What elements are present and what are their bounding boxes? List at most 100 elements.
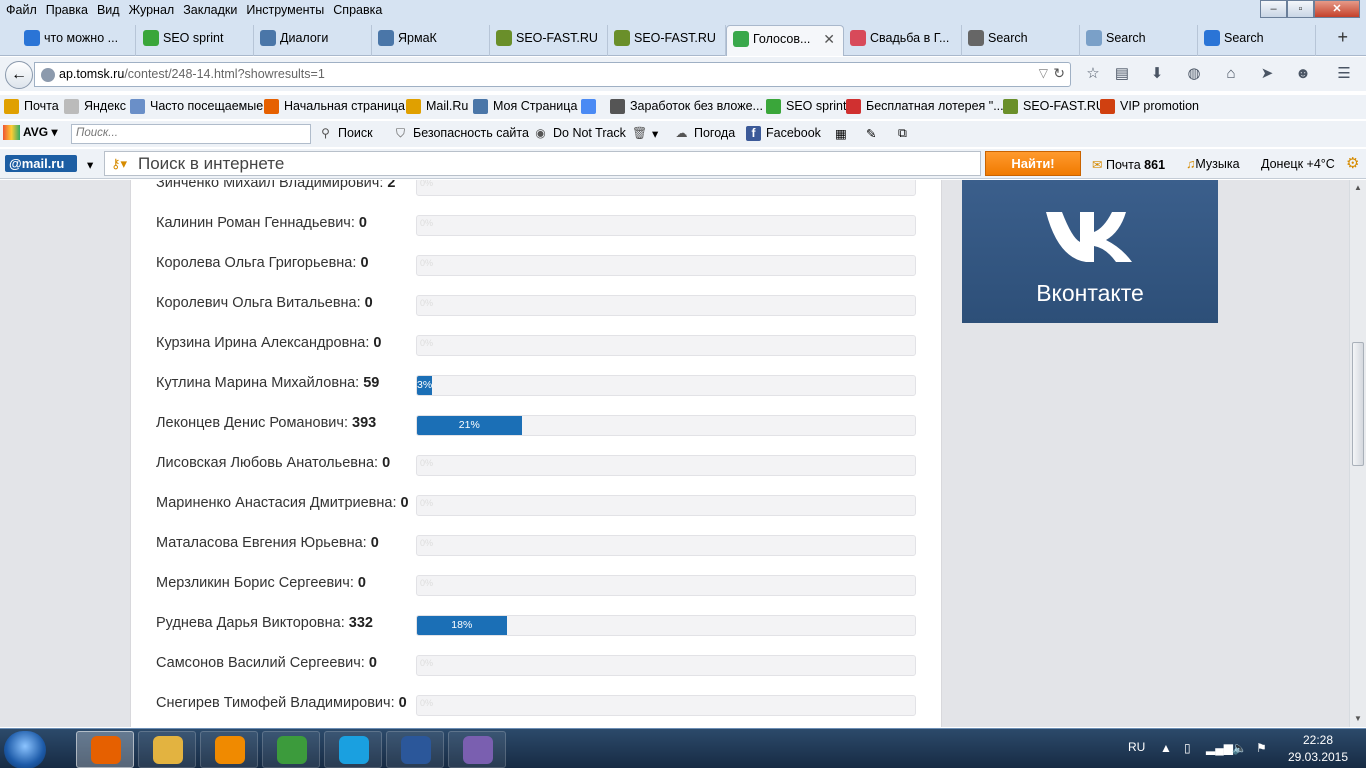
mailru-menu-icon[interactable]: ▾ — [87, 157, 93, 172]
menu-item[interactable]: Журнал — [123, 0, 178, 19]
calculator-icon[interactable]: ▦ — [835, 126, 847, 141]
screenshot-icon[interactable]: ⧉ — [898, 126, 907, 141]
vk-banner[interactable]: Вконтакте — [962, 180, 1218, 323]
mailru-search-input[interactable]: ⚷▾ Поиск в интернете — [104, 151, 981, 176]
bookmark-item[interactable]: Яндекс — [64, 99, 126, 114]
tray-expand-icon[interactable]: ▲ — [1160, 741, 1172, 755]
candidate-name-text: Мерзликин Борис Сергеевич — [156, 575, 350, 591]
find-button[interactable]: Найти! — [985, 151, 1081, 176]
mail-button[interactable]: ✉ Почта 861 — [1092, 157, 1165, 172]
vote-percent-label: 0% — [420, 218, 434, 228]
battery-icon[interactable]: ▯ — [1184, 741, 1191, 755]
taskbar-app-paint[interactable] — [448, 731, 506, 768]
url-text[interactable]: ap.tomsk.ru/contest/248-14.html?showresu… — [59, 67, 325, 81]
tab-label: что можно ... — [44, 31, 119, 45]
bookmark-label: SEO-FAST.RU — [1023, 99, 1105, 113]
taskbar-app-skype[interactable] — [324, 731, 382, 768]
trash-button[interactable]: 🗑 ▾ — [632, 126, 658, 141]
menu-item[interactable]: Справка — [327, 0, 385, 19]
facebook-button[interactable]: f Facebook — [746, 126, 821, 141]
browser-tab[interactable]: что можно ... — [18, 25, 136, 56]
browser-tab[interactable]: ЯрмаК — [372, 25, 490, 56]
bookmark-item[interactable]: Бесплатная лотерея "... — [846, 99, 1004, 114]
menu-item[interactable]: Вид — [91, 0, 123, 19]
send-icon[interactable]: ➤ — [1258, 65, 1276, 83]
globe-addon-icon[interactable]: ◍ — [1185, 65, 1203, 83]
browser-tab[interactable]: Search — [1198, 25, 1316, 56]
browser-tab[interactable]: Голосов... ✕ — [726, 25, 844, 56]
star-icon[interactable]: ☆ — [1084, 65, 1102, 83]
home-icon[interactable]: ⌂ — [1222, 65, 1240, 83]
weather-widget[interactable]: Донецк +4°C — [1261, 157, 1335, 171]
bookmark-item[interactable]: SEO-FAST.RU — [1003, 99, 1105, 114]
taskbar-app-chrome[interactable] — [262, 731, 320, 768]
clock-time[interactable]: 22:28 — [1290, 733, 1346, 747]
language-indicator[interactable]: RU — [1128, 740, 1145, 754]
reading-list-icon[interactable]: ▤ — [1113, 65, 1131, 83]
minimize-button[interactable]: – — [1260, 0, 1287, 18]
volume-icon[interactable]: 🔈 — [1232, 741, 1247, 755]
site-safety-button[interactable]: ⛉ Безопасность сайта — [393, 126, 529, 140]
chat-icon[interactable]: ☻ — [1294, 65, 1312, 83]
settings-gear-icon[interactable]: ⚙ — [1346, 154, 1359, 172]
mailru-logo[interactable]: @mail.ru — [5, 155, 77, 172]
scroll-up-arrow[interactable]: ▲ — [1350, 180, 1366, 196]
start-button[interactable] — [4, 731, 46, 768]
browser-tab[interactable]: SEO-FAST.RU — [490, 25, 608, 56]
candidate-name-text: Кутлина Марина Михайловна — [156, 375, 356, 391]
taskbar-app-media[interactable] — [200, 731, 258, 768]
menu-item[interactable]: Закладки — [177, 0, 240, 19]
back-button[interactable]: ← — [5, 61, 33, 89]
browser-tab[interactable]: Search — [1080, 25, 1198, 56]
taskbar-app-explorer[interactable] — [138, 731, 196, 768]
bookmark-item[interactable]: Заработок без вложе... — [610, 99, 763, 114]
taskbar-app-word[interactable] — [386, 731, 444, 768]
network-signal-icon[interactable]: ▂▄▆ — [1206, 741, 1233, 755]
clock-date[interactable]: 29.03.2015 — [1284, 750, 1352, 764]
bookmark-item[interactable]: SEO sprint — [766, 99, 846, 114]
browser-tab[interactable]: SEO sprint — [137, 25, 254, 56]
avg-logo[interactable]: AVG ▾ — [3, 125, 57, 140]
vote-count: 0 — [382, 455, 391, 471]
action-center-icon[interactable]: ⚑ — [1256, 741, 1267, 755]
url-bar[interactable]: ap.tomsk.ru/contest/248-14.html?showresu… — [34, 62, 1071, 87]
weather-button[interactable]: ☁ Погода — [674, 126, 736, 140]
browser-tab[interactable]: Свадьба в Г... — [844, 25, 962, 56]
menu-item[interactable]: Правка — [40, 0, 91, 19]
result-row: Маталасова Евгения Юрьевна: 0 0% — [156, 528, 916, 568]
scroll-down-arrow[interactable]: ▼ — [1350, 711, 1366, 727]
bookmark-item[interactable]: Моя Страница — [473, 99, 577, 114]
browser-tab[interactable]: SEO-FAST.RU — [608, 25, 726, 56]
tab-close-icon[interactable]: ✕ — [823, 26, 835, 52]
menu-item[interactable]: Файл — [0, 0, 40, 19]
bookmark-item[interactable]: Почта — [4, 99, 59, 114]
browser-tab[interactable]: Search — [962, 25, 1080, 56]
tab-label: SEO-FAST.RU — [516, 31, 598, 45]
scrollbar-thumb[interactable] — [1352, 342, 1364, 466]
result-row: Зинченко Михаил Владимирович: 2 0% — [156, 180, 916, 208]
reload-icon[interactable]: ↻ — [1053, 65, 1065, 82]
bookmark-item[interactable]: Mail.Ru — [406, 99, 468, 114]
taskbar-app-firefox[interactable] — [76, 731, 134, 768]
music-button[interactable]: ♫Музыка — [1186, 157, 1240, 171]
new-tab-button[interactable]: + — [1337, 27, 1348, 48]
browser-tab[interactable]: Диалоги — [254, 25, 372, 56]
bookmark-item[interactable]: Часто посещаемые — [130, 99, 263, 114]
close-window-button[interactable]: ✕ — [1314, 0, 1360, 18]
menu-item[interactable]: Инструменты — [240, 0, 327, 19]
candidate-name: Королева Ольга Григорьевна: 0 — [156, 255, 369, 271]
vertical-scrollbar[interactable]: ▲ ▼ — [1349, 180, 1366, 727]
notepad-icon[interactable]: ✎ — [866, 126, 876, 141]
avg-search-input[interactable]: Поиск... — [71, 124, 311, 144]
bookmark-item[interactable]: VIP promotion — [1100, 99, 1199, 114]
url-dropdown-icon[interactable]: ▽ — [1039, 66, 1048, 80]
maximize-button[interactable]: ▫ — [1287, 0, 1314, 18]
candidate-name: Лисовская Любовь Анатольевна: 0 — [156, 455, 391, 471]
avg-search-button[interactable]: ⚲ Поиск — [318, 126, 373, 140]
tab-label: ЯрмаК — [398, 31, 437, 45]
lottery-icon — [846, 99, 861, 114]
bookmark-item[interactable]: Начальная страница — [264, 99, 405, 114]
download-icon[interactable]: ⬇ — [1148, 65, 1166, 83]
do-not-track-button[interactable]: ◉ Do Not Track — [533, 126, 626, 140]
hamburger-menu-icon[interactable]: ☰ — [1335, 65, 1353, 83]
